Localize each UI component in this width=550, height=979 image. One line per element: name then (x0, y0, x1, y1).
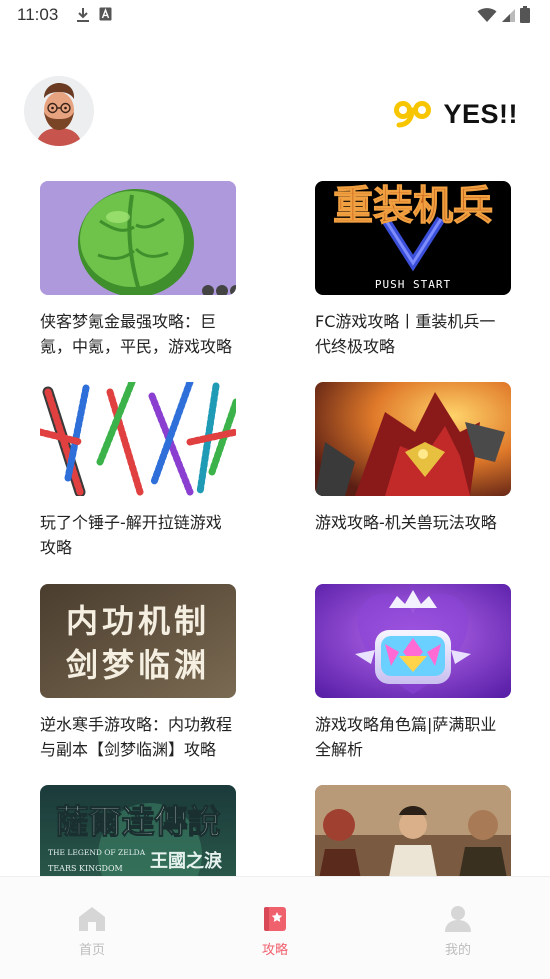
guide-bookmark-icon (264, 907, 286, 931)
article-thumbnail: 重装机兵 PUSH START (315, 181, 511, 295)
nav-guide-label: 攻略 (261, 943, 288, 958)
article-title: 侠客梦氪金最强攻略：巨氪，中氪，平民，游戏攻略 (40, 312, 233, 356)
avatar-illustration (24, 76, 94, 146)
article-card[interactable]: 游戏攻略角色篇|萨满职业全解析 (315, 584, 511, 762)
zelda-sub-2: TEARS KINGDOM (48, 864, 123, 873)
article-card[interactable]: 重装机兵 PUSH START FC游戏攻略丨重装机兵一代终极攻略 (315, 181, 511, 359)
brand-text: YES!! (443, 98, 518, 129)
keyboard-a-icon (99, 7, 112, 21)
user-icon (445, 906, 471, 932)
download-icon (77, 8, 89, 22)
fc-game-title: 重装机兵 (333, 183, 493, 229)
status-time: 11:03 (17, 5, 59, 24)
nsh-line-2: 剑梦临渊 (66, 646, 210, 684)
nsh-line-1: 内功机制 (66, 602, 210, 640)
article-card[interactable]: 游戏攻略-机关兽玩法攻略 (315, 382, 511, 560)
fc-push-start: PUSH START (375, 278, 451, 291)
brand-logo: YES!! (391, 94, 518, 134)
home-icon (79, 907, 105, 931)
article-thumbnail (315, 584, 511, 698)
go-logo-icon (394, 101, 432, 128)
article-title: FC游戏攻略丨重装机兵一代终极攻略 (315, 312, 496, 356)
article-thumbnail (40, 181, 236, 295)
nav-guide[interactable]: 攻略 (235, 905, 315, 958)
article-title: 游戏攻略-机关兽玩法攻略 (315, 513, 497, 532)
nav-mine[interactable]: 我的 (418, 905, 498, 958)
zelda-sub-3: 王國之淚 (150, 850, 223, 872)
article-title: 逆水寒手游攻略：内功教程与副本【剑梦临渊】攻略 (40, 715, 233, 759)
nav-mine-label: 我的 (444, 943, 471, 958)
bottom-nav: 首页 攻略 我的 (0, 876, 550, 979)
article-thumbnail: 内功机制 剑梦临渊 (40, 584, 236, 698)
article-thumbnail (40, 382, 236, 496)
article-card[interactable]: 内功机制 剑梦临渊 逆水寒手游攻略：内功教程与副本【剑梦临渊】攻略 (40, 584, 236, 762)
article-title: 玩了个锤子-解开拉链游戏攻略 (40, 513, 222, 557)
avatar[interactable] (24, 76, 94, 146)
zelda-sub-1: THE LEGEND OF ZELDA (48, 848, 146, 857)
article-title: 游戏攻略角色篇|萨满职业全解析 (315, 715, 497, 759)
zelda-title: 薩爾達傳說 (56, 802, 221, 841)
battery-icon (520, 6, 530, 23)
article-card[interactable]: 玩了个锤子-解开拉链游戏攻略 (40, 382, 236, 560)
article-card[interactable]: 侠客梦氪金最强攻略：巨氪，中氪，平民，游戏攻略 (40, 181, 236, 359)
nav-home-label: 首页 (78, 943, 105, 958)
article-thumbnail (315, 382, 511, 496)
status-bar: 11:03 (0, 0, 550, 32)
wifi-icon (477, 7, 497, 22)
nav-home[interactable]: 首页 (52, 905, 132, 958)
signal-icon (502, 8, 515, 22)
